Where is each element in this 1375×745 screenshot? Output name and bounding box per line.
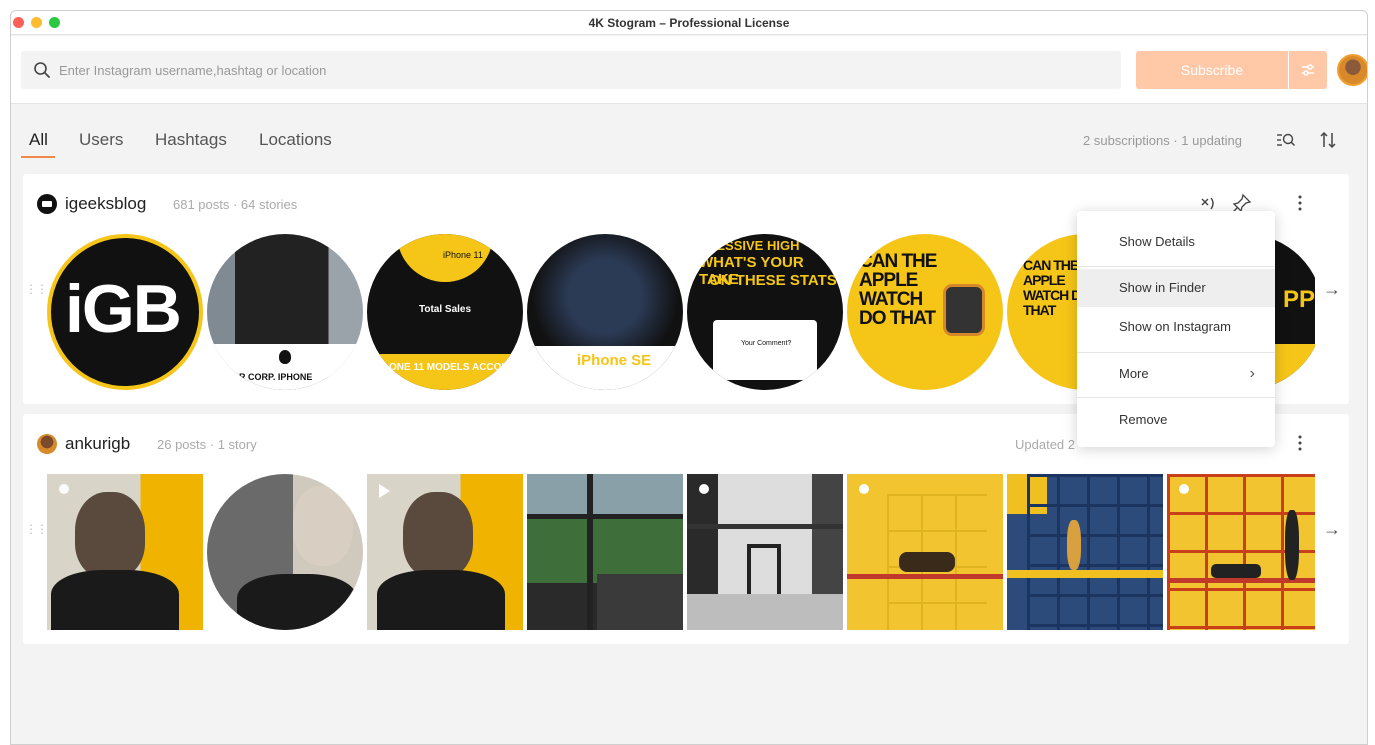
subscription-card-ankurigb[interactable]: ankurigb 26 posts · 1 story Updated 2 ⋮⋮ — [23, 414, 1323, 644]
post-thumbnail[interactable]: R CORP. IPHONE — [207, 234, 363, 390]
active-tab-indicator — [21, 156, 55, 158]
avatar — [37, 434, 57, 454]
thumbnail-text: RESSIVE HIGH — [707, 238, 800, 253]
subscription-meta: 681 posts · 64 stories — [173, 197, 298, 212]
tab-hashtags[interactable]: Hashtags — [155, 130, 227, 150]
post-thumbnail[interactable]: iPhone SE — [527, 234, 683, 390]
search-bar: Subscribe — [11, 36, 1367, 104]
context-menu: Show Details Show in Finder Show on Inst… — [1077, 211, 1275, 447]
menu-item-label: More — [1119, 366, 1149, 381]
thumbnail-caption: ONE 11 MODELS ACCOUN — [389, 362, 516, 373]
post-thumbnail[interactable]: RESSIVE HIGH WHAT'S YOUR TAKE ON THESE S… — [687, 234, 843, 390]
thumbnail-text: ON THESE STATS — [709, 272, 837, 289]
scroll-next-panel[interactable]: → — [1315, 174, 1349, 404]
post-thumbnail[interactable] — [1167, 474, 1323, 630]
filter-search-icon[interactable] — [1276, 131, 1296, 149]
post-thumbnail[interactable] — [367, 474, 523, 630]
search-box — [21, 51, 1121, 89]
subscribe-options-button[interactable] — [1289, 51, 1327, 89]
menu-item-remove[interactable]: Remove — [1077, 401, 1275, 439]
menu-item-show-in-finder[interactable]: Show in Finder — [1077, 269, 1275, 307]
sort-icon[interactable] — [1318, 130, 1338, 150]
more-vertical-icon[interactable] — [1289, 432, 1311, 454]
tab-users[interactable]: Users — [79, 130, 123, 150]
post-thumbnail[interactable] — [207, 474, 363, 630]
menu-divider — [1077, 397, 1275, 398]
more-vertical-icon[interactable] — [1289, 192, 1311, 214]
arrow-right-icon[interactable]: → — [1323, 519, 1341, 540]
menu-divider — [1077, 266, 1275, 267]
thumbnail-text: iGB — [65, 271, 182, 347]
menu-item-more[interactable]: More › — [1077, 355, 1275, 393]
thumbnail-label: iPhone 11 — [443, 250, 483, 260]
story-indicator-icon — [699, 484, 709, 494]
igb-logo-icon — [42, 201, 52, 207]
subscription-name[interactable]: igeeksblog — [65, 194, 146, 214]
post-thumbnail[interactable] — [47, 474, 203, 630]
subscribe-button[interactable]: Subscribe — [1136, 51, 1288, 89]
story-indicator-icon — [59, 484, 69, 494]
sliders-icon — [1302, 64, 1314, 76]
last-updated-text: Updated 2 — [1015, 437, 1075, 452]
scroll-next-panel[interactable]: → — [1315, 414, 1349, 644]
filter-tabs: All Users Hashtags Locations 2 subscript… — [11, 105, 1367, 163]
window-title: 4K Stogram – Professional License — [588, 16, 790, 30]
post-thumbnail[interactable] — [847, 474, 1003, 630]
thumbnail-text: CAN THE APPLE WATCH DO THAT — [859, 251, 937, 329]
avatar — [37, 194, 57, 214]
video-play-icon — [379, 484, 390, 498]
post-thumbnail[interactable]: iPhone 11 Total Sales ONE 11 MODELS ACCO… — [367, 234, 523, 390]
chevron-right-icon: › — [1249, 365, 1255, 382]
thumbnail-caption: R CORP. IPHONE — [239, 372, 313, 382]
tab-locations[interactable]: Locations — [259, 130, 332, 150]
post-thumbnail[interactable]: CAN THE APPLE WATCH DO THAT — [847, 234, 1003, 390]
tab-all[interactable]: All — [29, 130, 48, 150]
arrow-right-icon[interactable]: → — [1323, 279, 1341, 300]
story-indicator-icon — [859, 484, 869, 494]
subscription-name[interactable]: ankurigb — [65, 434, 130, 454]
search-input[interactable] — [59, 51, 1109, 89]
menu-item-show-on-instagram[interactable]: Show on Instagram — [1077, 308, 1275, 346]
drag-handle[interactable]: ⋮⋮ — [25, 522, 48, 536]
post-thumbnail[interactable]: iGB — [47, 234, 203, 390]
menu-item-show-details[interactable]: Show Details — [1077, 223, 1275, 261]
story-indicator-icon — [1179, 484, 1189, 494]
thumbnail-caption: iPhone SE — [577, 352, 652, 369]
post-thumbnail[interactable] — [1007, 474, 1163, 630]
thumbnail-text: Your Comment? — [741, 340, 792, 347]
post-thumbnail[interactable] — [687, 474, 843, 630]
app-window: 4K Stogram – Professional License Subscr… — [10, 10, 1368, 745]
subscriptions-status: 2 subscriptions · 1 updating — [1083, 133, 1242, 148]
subscription-meta: 26 posts · 1 story — [157, 437, 257, 452]
post-thumbnail[interactable] — [527, 474, 683, 630]
account-avatar[interactable] — [1337, 54, 1367, 86]
thumbnail-label: Total Sales — [419, 304, 472, 315]
search-icon — [34, 62, 50, 78]
title-bar: 4K Stogram – Professional License — [11, 11, 1367, 35]
drag-handle[interactable]: ⋮⋮ — [25, 282, 48, 296]
menu-divider — [1077, 352, 1275, 353]
